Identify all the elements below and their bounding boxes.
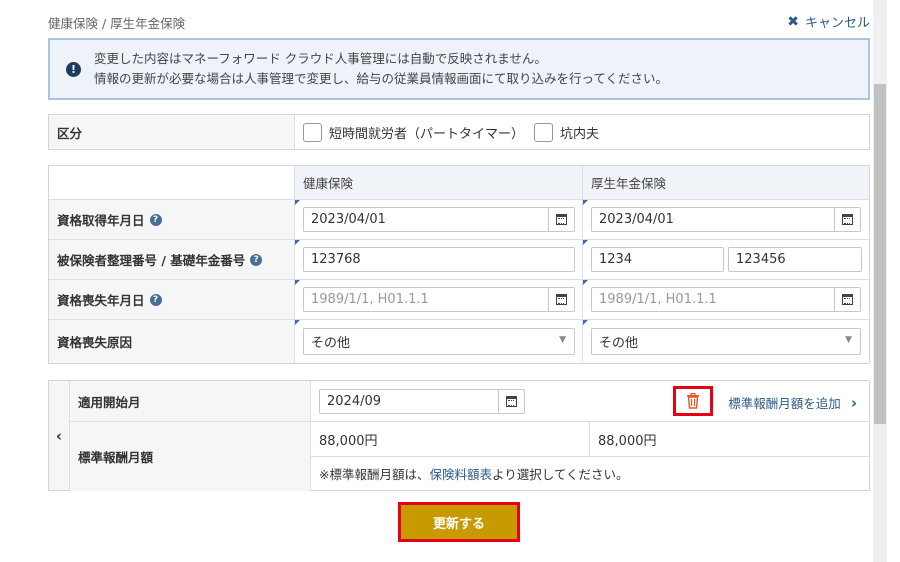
dropdown-arrow-icon: ▼ <box>559 335 566 345</box>
part-timer-checkbox[interactable] <box>303 122 322 142</box>
monthly-salary-label: 標準報酬月額 <box>70 422 311 491</box>
part-timer-label: 短時間就労者（パートタイマー） <box>329 126 525 142</box>
checkbox-miner[interactable]: 坑内夫 <box>534 122 600 142</box>
calendar-icon[interactable] <box>548 208 574 231</box>
calendar-icon[interactable] <box>834 288 860 311</box>
pension-number-part2-input[interactable]: 123456 <box>728 247 862 272</box>
notice-line-2: 情報の更新が必要な場合は人事管理で変更し、給与の従業員情報画面にて取り込みを行っ… <box>94 71 669 86</box>
category-section: 区分 短時間就労者（パートタイマー） 坑内夫 <box>48 114 870 150</box>
info-notice: ! 変更した内容はマネーフォワード クラウド人事管理には自動で反映されません。 … <box>48 38 870 100</box>
pension-number-part1-input[interactable]: 1234 <box>591 247 724 272</box>
chevron-right-icon: › <box>850 393 857 412</box>
column-pension: 厚生年金保険 <box>583 166 869 199</box>
table-row-acquire-date: 資格取得年月日 ? 2023/04/01 2023/04/01 <box>49 200 869 240</box>
close-icon: ✖ <box>787 13 799 30</box>
pension-loss-date-input[interactable]: 1989/1/1, H01.1.1 <box>591 287 861 312</box>
cancel-label: キャンセル <box>804 16 870 31</box>
table-row-loss-date: 資格喪失年月日 ? 1989/1/1, H01.1.1 1989/1/1, H0… <box>49 280 869 320</box>
calendar-icon[interactable] <box>498 389 524 413</box>
table-row-loss-reason: 資格喪失原因 その他 ▼ その他 ▼ <box>49 320 869 363</box>
dropdown-arrow-icon: ▼ <box>845 335 852 345</box>
acquire-date-label: 資格取得年月日 <box>57 213 145 228</box>
scrollbar-thumb[interactable] <box>874 84 886 424</box>
insurance-table: 健康保険 厚生年金保険 資格取得年月日 ? 2023/04/01 2023/04… <box>48 165 870 364</box>
start-month-input[interactable]: 2024/09 <box>319 388 525 414</box>
add-monthly-salary-link[interactable]: 標準報酬月額を追加 › <box>728 393 857 412</box>
question-icon[interactable]: ? <box>250 253 263 266</box>
category-label: 区分 <box>49 115 295 149</box>
notice-line-1: 変更した内容はマネーフォワード クラウド人事管理には自動で反映されません。 <box>94 51 547 66</box>
health-loss-date-input[interactable]: 1989/1/1, H01.1.1 <box>303 287 575 312</box>
miner-label: 坑内夫 <box>560 126 600 142</box>
calendar-icon[interactable] <box>834 208 860 231</box>
pension-acquire-date-input[interactable]: 2023/04/01 <box>591 207 861 232</box>
calendar-icon[interactable] <box>548 288 574 311</box>
miner-checkbox[interactable] <box>534 122 554 142</box>
info-icon: ! <box>66 61 81 77</box>
table-row-insured-number: 被保険者整理番号 / 基礎年金番号 ? 123768 1234 123456 <box>49 240 869 280</box>
update-button[interactable]: 更新する <box>398 502 520 542</box>
loss-reason-label: 資格喪失原因 <box>57 335 133 350</box>
question-icon[interactable]: ? <box>149 293 162 306</box>
salary-note: ※標準報酬月額は、 保険料額表 より選択してください。 <box>311 457 869 490</box>
checkbox-part-timer[interactable]: 短時間就労者（パートタイマー） <box>303 122 525 142</box>
health-monthly-amount: 88,000円 <box>311 422 590 456</box>
health-insured-number-input[interactable]: 123768 <box>303 247 575 272</box>
health-acquire-date-input[interactable]: 2023/04/01 <box>303 207 575 232</box>
premium-table-link[interactable]: 保険料額表 <box>429 464 492 483</box>
pension-monthly-amount: 88,000円 <box>598 433 657 449</box>
breadcrumb: 健康保険 / 厚生年金保険 <box>48 16 186 31</box>
chevron-left-icon[interactable]: ‹ <box>49 381 70 490</box>
health-loss-reason-select[interactable]: その他 ▼ <box>303 328 575 355</box>
loss-date-label: 資格喪失年月日 <box>57 293 145 308</box>
cancel-button[interactable]: ✖ キャンセル <box>787 12 870 32</box>
question-icon[interactable]: ? <box>149 213 162 226</box>
column-health: 健康保険 <box>295 166 583 199</box>
page: 健康保険 / 厚生年金保険 ✖ キャンセル ! 変更した内容はマネーフォワード … <box>0 0 900 562</box>
salary-section: ‹ 適用開始月 2024/09 標準報酬月額を追加 › 標準報酬月額 88,00… <box>48 380 870 491</box>
scrollbar[interactable] <box>873 0 887 562</box>
insured-number-label: 被保険者整理番号 / 基礎年金番号 <box>57 253 246 268</box>
trash-icon[interactable] <box>673 386 713 416</box>
start-month-label: 適用開始月 <box>70 381 311 421</box>
pension-loss-reason-select[interactable]: その他 ▼ <box>591 328 861 355</box>
